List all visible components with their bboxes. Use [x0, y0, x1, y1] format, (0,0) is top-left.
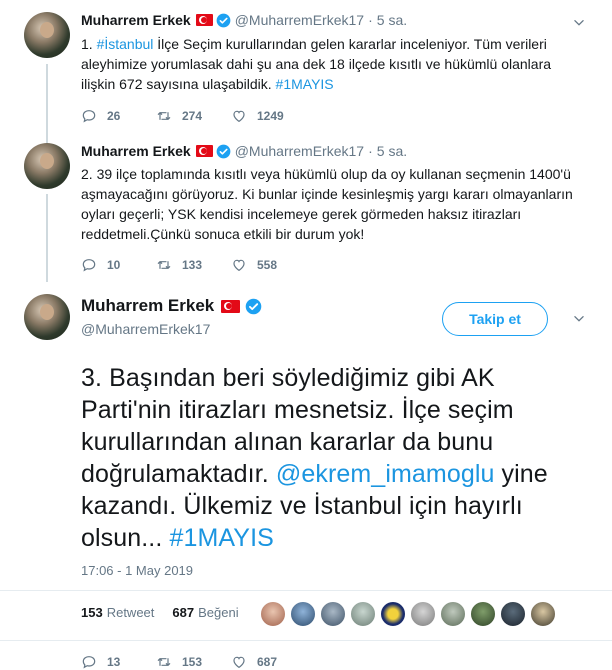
- liker-avatar[interactable]: [260, 601, 286, 627]
- author-handle[interactable]: @MuharremErkek17: [81, 321, 210, 337]
- retweet-button[interactable]: 153: [156, 654, 231, 670]
- engagement-stats: 153 Retweet 687 Beğeni: [81, 605, 257, 620]
- tweet-text-part: 1.: [81, 36, 97, 52]
- reply-count: 13: [107, 655, 121, 669]
- avatar[interactable]: [24, 143, 70, 189]
- tweet-2[interactable]: Muharrem Erkek @MuharremErkek17 · 5 sa. …: [0, 143, 612, 283]
- retweet-stat-label: Retweet: [106, 605, 155, 620]
- chevron-down-icon[interactable]: [572, 312, 586, 326]
- verified-badge-icon: [245, 298, 262, 314]
- like-stat-label: Beğeni: [198, 605, 239, 620]
- like-count: 1249: [257, 109, 284, 123]
- hashtag-link[interactable]: #1MAYIS: [276, 76, 334, 92]
- heart-icon: [233, 259, 245, 272]
- tweet-1[interactable]: Muharrem Erkek @MuharremErkek17 · 5 sa. …: [0, 12, 612, 140]
- author-name[interactable]: Muharrem Erkek: [81, 296, 214, 316]
- tweet-time[interactable]: 5 sa.: [377, 143, 407, 159]
- like-button[interactable]: 558: [231, 257, 306, 273]
- retweet-count: 153: [182, 655, 203, 669]
- follow-button[interactable]: Takip et: [442, 302, 548, 336]
- liker-avatar[interactable]: [470, 601, 496, 627]
- avatar[interactable]: [24, 12, 70, 58]
- like-button[interactable]: 687: [231, 654, 306, 670]
- turkey-flag-icon: [221, 299, 241, 313]
- main-tweet-text: 3. Başından beri söylediğimiz gibi AK Pa…: [81, 362, 581, 554]
- heart-icon: [233, 110, 245, 123]
- tweet-header: Muharrem Erkek @MuharremErkek17 · 5 sa.: [81, 12, 407, 28]
- reply-icon: [82, 656, 96, 669]
- reply-button[interactable]: 26: [81, 108, 156, 124]
- tweet-actions: 26 274 1249: [81, 108, 306, 124]
- verified-badge-icon: [216, 13, 231, 27]
- reply-button[interactable]: 13: [81, 654, 156, 670]
- like-stat-count: 687: [172, 605, 195, 620]
- retweet-stat[interactable]: 153 Retweet: [81, 605, 154, 620]
- heart-icon: [233, 656, 245, 669]
- separator-dot: ·: [368, 12, 373, 28]
- separator-dot: ·: [368, 143, 373, 159]
- like-count: 687: [257, 655, 278, 669]
- reply-button[interactable]: 10: [81, 257, 156, 273]
- main-tweet-actions: 13 153 687: [81, 654, 306, 670]
- reply-count: 10: [107, 258, 121, 272]
- author-handle[interactable]: @MuharremErkek17: [235, 12, 364, 28]
- liker-avatar[interactable]: [410, 601, 436, 627]
- chevron-down-icon[interactable]: [572, 16, 586, 30]
- author-name[interactable]: Muharrem Erkek: [81, 12, 191, 28]
- divider: [0, 640, 612, 641]
- turkey-flag-icon: [195, 14, 213, 26]
- like-button[interactable]: 1249: [231, 108, 306, 124]
- tweet-header: Muharrem Erkek @MuharremErkek17 · 5 sa.: [81, 143, 407, 159]
- turkey-flag-icon: [195, 145, 213, 157]
- liker-avatar[interactable]: [350, 601, 376, 627]
- tweet-time[interactable]: 5 sa.: [377, 12, 407, 28]
- main-avatar[interactable]: [24, 294, 70, 340]
- liker-avatar[interactable]: [500, 601, 526, 627]
- retweet-count: 133: [182, 258, 203, 272]
- hashtag-link[interactable]: #İstanbul: [97, 36, 154, 52]
- reply-icon: [82, 259, 96, 272]
- author-name[interactable]: Muharrem Erkek: [81, 143, 191, 159]
- divider: [0, 590, 612, 591]
- retweet-icon: [157, 112, 171, 120]
- main-author: Muharrem Erkek: [81, 296, 262, 316]
- liker-avatar[interactable]: [530, 601, 556, 627]
- liker-avatar[interactable]: [380, 601, 406, 627]
- hashtag-link[interactable]: #1MAYIS: [169, 524, 273, 552]
- retweet-stat-count: 153: [81, 605, 103, 620]
- tweet-timestamp[interactable]: 17:06 - 1 May 2019: [81, 563, 193, 578]
- reply-count: 26: [107, 109, 121, 123]
- author-handle[interactable]: @MuharremErkek17: [235, 143, 364, 159]
- tweet-text: 2. 39 ilçe toplamında kısıtlı veya hüküm…: [81, 166, 573, 242]
- tweet-actions: 10 133 558: [81, 257, 306, 273]
- liker-avatar[interactable]: [290, 601, 316, 627]
- retweet-count: 274: [182, 109, 203, 123]
- like-count: 558: [257, 258, 278, 272]
- like-stat[interactable]: 687 Beğeni: [172, 605, 238, 620]
- reply-icon: [82, 110, 96, 123]
- liker-avatar[interactable]: [440, 601, 466, 627]
- liker-avatars: [260, 601, 560, 627]
- retweet-icon: [157, 658, 171, 666]
- mention-link[interactable]: @ekrem_imamoglu: [276, 460, 495, 488]
- tweet-text: 1. #İstanbul İlçe Seçim kurullarından ge…: [81, 34, 586, 94]
- verified-badge-icon: [216, 144, 231, 158]
- liker-avatar[interactable]: [320, 601, 346, 627]
- retweet-button[interactable]: 274: [156, 108, 231, 124]
- retweet-button[interactable]: 133: [156, 257, 231, 273]
- retweet-icon: [157, 261, 171, 269]
